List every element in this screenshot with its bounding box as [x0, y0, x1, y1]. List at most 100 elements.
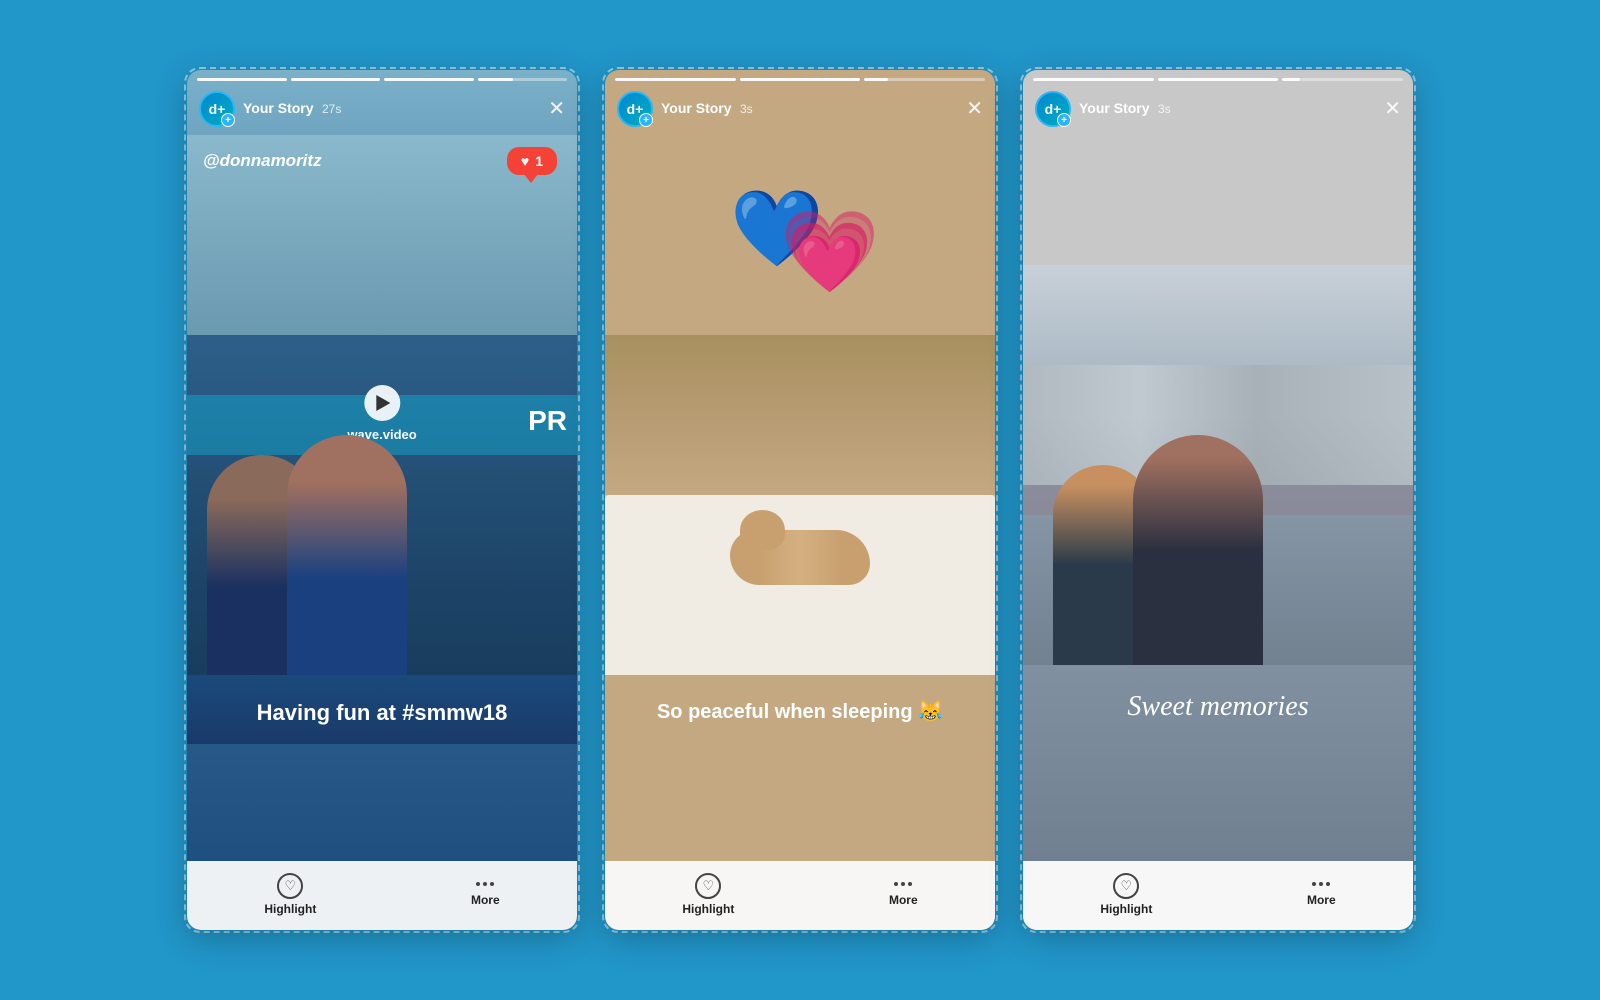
more-label-1: More	[471, 893, 500, 907]
dot-1c	[490, 882, 494, 886]
story3-photo	[1023, 265, 1413, 665]
story-title-wrap-1: Your Story 27s	[243, 100, 540, 118]
close-button-2[interactable]: ✕	[966, 99, 983, 119]
story-card-1-wrapper: d+ + Your Story 27s ✕ @donnamoritz ♥ 1	[187, 70, 577, 930]
progress-fill-2-3	[864, 78, 888, 81]
story1-caption: Having fun at #smmw18	[187, 675, 577, 744]
progress-track-2-2	[740, 78, 861, 81]
highlight-action-1[interactable]: ♡ Highlight	[264, 873, 316, 916]
story-card-1: d+ + Your Story 27s ✕ @donnamoritz ♥ 1	[187, 70, 577, 930]
progress-track-2	[291, 78, 381, 81]
action-bar-2: ♡ Highlight More	[605, 861, 995, 930]
progress-fill-3	[384, 78, 474, 81]
close-button-1[interactable]: ✕	[548, 99, 565, 119]
story2-wall	[605, 335, 995, 495]
dot-1b	[483, 882, 487, 886]
highlight-icon-3: ♡	[1113, 873, 1139, 899]
progress-area-2	[605, 70, 995, 85]
highlight-action-3[interactable]: ♡ Highlight	[1100, 873, 1152, 916]
story3-top-area	[1023, 135, 1413, 265]
dot-2c	[908, 882, 912, 886]
dot-1a	[476, 882, 480, 886]
story-content-3: Sweet memories	[1023, 135, 1413, 861]
cat-head	[740, 510, 785, 550]
highlight-label-3: Highlight	[1100, 902, 1152, 916]
story-title-wrap-2: Your Story 3s	[661, 100, 958, 118]
more-label-2: More	[889, 893, 918, 907]
action-bar-3: ♡ Highlight More	[1023, 861, 1413, 930]
cat-bed	[605, 495, 995, 675]
progress-track-3-3	[1282, 78, 1403, 81]
avatar-2: d+ +	[617, 91, 653, 127]
progress-track-3	[384, 78, 474, 81]
more-dots-3	[1312, 882, 1330, 886]
avatar-1: d+ +	[199, 91, 235, 127]
story-header-2: d+ + Your Story 3s ✕	[605, 85, 995, 135]
heart-icon-3: ♡	[1120, 878, 1132, 894]
progress-track-2-1	[615, 78, 736, 81]
story-card-2: d+ + Your Story 3s ✕ 💙 💗	[605, 70, 995, 930]
progress-fill-4	[478, 78, 514, 81]
close-button-3[interactable]: ✕	[1384, 99, 1401, 119]
progress-track-2-3	[864, 78, 985, 81]
dot-3c	[1326, 882, 1330, 886]
notif-heart-icon: ♥	[521, 153, 529, 169]
progress-fill-2-2	[740, 78, 861, 81]
progress-fill-2-1	[615, 78, 736, 81]
story-title-3: Your Story	[1079, 100, 1150, 116]
heart-pink-emoji: 💗	[780, 205, 880, 299]
more-action-3[interactable]: More	[1307, 882, 1336, 907]
story-content-1: @donnamoritz ♥ 1 PR wave.video	[187, 135, 577, 861]
highlight-action-2[interactable]: ♡ Highlight	[682, 873, 734, 916]
progress-fill-3-3	[1282, 78, 1300, 81]
avatar-plus-icon-2: +	[639, 113, 653, 127]
progress-track-3-1	[1033, 78, 1154, 81]
progress-fill-1	[197, 78, 287, 81]
progress-track-4	[478, 78, 568, 81]
story-content-2: 💙 💗 So peaceful when sleeping 😹	[605, 135, 995, 861]
story-card-2-wrapper: d+ + Your Story 3s ✕ 💙 💗	[605, 70, 995, 930]
more-action-2[interactable]: More	[889, 882, 918, 907]
story1-top-area: @donnamoritz ♥ 1	[187, 135, 577, 335]
people-area	[187, 415, 577, 675]
progress-fill-3-2	[1158, 78, 1279, 81]
dot-3a	[1312, 882, 1316, 886]
more-dots-2	[894, 882, 912, 886]
heart-icon-2: ♡	[702, 878, 714, 894]
heart-icon-1: ♡	[284, 878, 296, 894]
more-dots-1	[476, 882, 494, 886]
story-time-2: 3s	[740, 102, 753, 116]
story-header-3: d+ + Your Story 3s ✕	[1023, 85, 1413, 135]
progress-fill-3-1	[1033, 78, 1154, 81]
dot-2b	[901, 882, 905, 886]
cat-figure	[730, 530, 870, 585]
story-time-3: 3s	[1158, 102, 1171, 116]
story-card-3: d+ + Your Story 3s ✕	[1023, 70, 1413, 930]
people3-area	[1023, 415, 1413, 665]
caption-text-2: So peaceful when sleeping 😹	[625, 699, 975, 725]
person3-right-silhouette	[1133, 435, 1263, 665]
highlight-label-1: Highlight	[264, 902, 316, 916]
dot-3b	[1319, 882, 1323, 886]
avatar-plus-icon-3: +	[1057, 113, 1071, 127]
caption-text-3: Sweet memories	[1043, 689, 1393, 725]
story-time-1: 27s	[322, 102, 341, 116]
story1-photo: PR wave.video	[187, 335, 577, 675]
story-title-wrap-3: Your Story 3s	[1079, 100, 1376, 118]
notification-badge: ♥ 1	[507, 147, 557, 175]
avatar-3: d+ +	[1035, 91, 1071, 127]
highlight-label-2: Highlight	[682, 902, 734, 916]
dot-2a	[894, 882, 898, 886]
more-action-1[interactable]: More	[471, 882, 500, 907]
story-header-1: d+ + Your Story 27s ✕	[187, 85, 577, 135]
progress-track-1	[197, 78, 287, 81]
notif-triangle	[523, 173, 539, 183]
story2-caption: So peaceful when sleeping 😹	[605, 675, 995, 741]
story3-caption: Sweet memories	[1023, 665, 1413, 861]
story-card-3-wrapper: d+ + Your Story 3s ✕	[1023, 70, 1413, 930]
story2-hearts-area: 💙 💗	[605, 135, 995, 335]
highlight-icon-2: ♡	[695, 873, 721, 899]
action-bar-1: ♡ Highlight More	[187, 861, 577, 930]
story-title-1: Your Story	[243, 100, 314, 116]
story-title-2: Your Story	[661, 100, 732, 116]
